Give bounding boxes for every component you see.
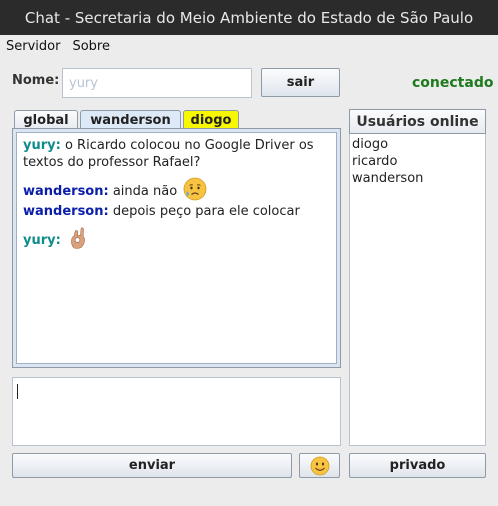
menu-sobre[interactable]: Sobre — [72, 39, 110, 54]
list-item[interactable]: wanderson — [352, 170, 483, 187]
menu-bar: Servidor Sobre — [0, 35, 498, 57]
message-text: ainda não — [112, 184, 178, 199]
connection-status: conectado — [412, 75, 494, 91]
chat-history[interactable]: yury: o Ricardo colocou no Google Driver… — [16, 132, 337, 364]
name-input-value: yury — [69, 75, 98, 91]
message-sender: wanderson: — [23, 184, 109, 199]
tab-diogo[interactable]: diogo — [183, 110, 239, 129]
message-input[interactable] — [12, 377, 341, 446]
menu-servidor[interactable]: Servidor — [6, 39, 60, 54]
online-users-list[interactable]: diogo ricardo wanderson — [349, 134, 486, 446]
send-button[interactable]: enviar — [12, 453, 292, 478]
chat-message: wanderson: depois peço para ele colocar — [23, 203, 330, 220]
ok-hand-icon — [71, 227, 85, 249]
text-caret — [17, 384, 18, 399]
chat-message: yury: — [23, 226, 330, 250]
send-button-label: enviar — [128, 458, 176, 473]
tab-diogo-label: diogo — [190, 112, 232, 128]
window-titlebar: Chat - Secretaria do Meio Ambiente do Es… — [0, 0, 498, 35]
message-text: depois peço para ele colocar — [112, 204, 300, 219]
private-button[interactable]: privado — [349, 453, 486, 478]
exit-button-label: sair — [286, 75, 315, 90]
name-label: Nome: — [12, 73, 60, 88]
message-sender: wanderson: — [23, 204, 109, 219]
list-item[interactable]: ricardo — [352, 153, 483, 170]
message-text: o Ricardo colocou no Google Driver os te… — [23, 138, 314, 170]
message-sender: yury: — [23, 233, 61, 248]
online-users-header: Usuários online — [349, 109, 486, 134]
tab-global[interactable]: global — [14, 110, 78, 129]
tab-global-label: global — [23, 112, 69, 128]
chat-frame: yury: o Ricardo colocou no Google Driver… — [12, 128, 341, 368]
message-sender: yury: — [23, 138, 61, 153]
smiley-icon — [310, 456, 329, 475]
sad-sweat-face-icon — [183, 177, 207, 201]
online-users-title: Usuários online — [356, 113, 479, 130]
tab-wanderson[interactable]: wanderson — [80, 110, 181, 129]
chat-message: yury: o Ricardo colocou no Google Driver… — [23, 137, 330, 171]
tab-wanderson-label: wanderson — [90, 112, 171, 128]
window-title: Chat - Secretaria do Meio Ambiente do Es… — [24, 8, 474, 27]
private-button-label: privado — [389, 458, 446, 473]
list-item[interactable]: diogo — [352, 136, 483, 153]
emoji-button[interactable] — [299, 453, 340, 478]
name-input[interactable]: yury — [62, 68, 252, 98]
exit-button[interactable]: sair — [261, 68, 340, 97]
chat-message: wanderson: ainda não — [23, 177, 330, 201]
